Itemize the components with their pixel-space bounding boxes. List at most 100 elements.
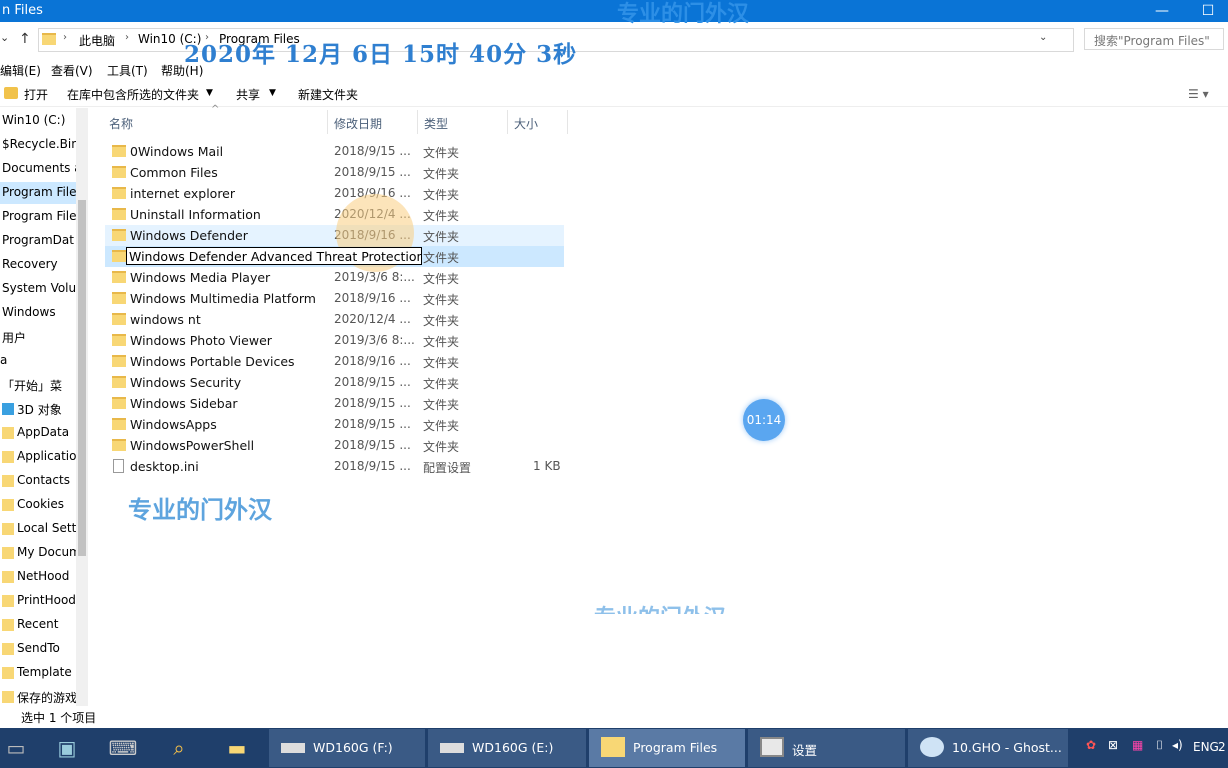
chevron-down-icon[interactable]: ▼	[206, 88, 213, 98]
file-name: 0Windows Mail	[130, 144, 224, 159]
sidebar-item[interactable]: Program File	[0, 182, 76, 204]
chevron-down-icon[interactable]: ▼	[269, 88, 276, 98]
file-row[interactable]: internet explorer 2018/9/16 ... 文件夹	[105, 183, 564, 204]
file-row[interactable]: Windows Security 2018/9/15 ... 文件夹	[105, 372, 564, 393]
network-icon[interactable]: ⊠	[1108, 738, 1118, 752]
file-row[interactable]: desktop.ini 2018/9/15 ... 配置设置 1 KB	[105, 456, 564, 477]
sidebar-item[interactable]: $Recycle.Bin	[0, 134, 76, 156]
share-button[interactable]: 共享	[236, 86, 260, 103]
folder-icon	[42, 33, 56, 45]
file-row[interactable]: Windows Sidebar 2018/9/15 ... 文件夹	[105, 393, 564, 414]
sidebar-item[interactable]: Recovery	[0, 254, 76, 276]
taskbar-button-e-drive[interactable]: WD160G (E:)	[428, 729, 586, 767]
file-row[interactable]: 0Windows Mail 2018/9/15 ... 文件夹	[105, 141, 564, 162]
new-folder-button[interactable]: 新建文件夹	[298, 86, 358, 103]
column-divider[interactable]	[327, 110, 328, 134]
breadcrumb-this-pc[interactable]: 此电脑	[79, 32, 115, 49]
watermark-main: 专业的门外汉	[128, 495, 272, 524]
search-input[interactable]: 搜索"Program Files"	[1084, 28, 1224, 50]
file-name: desktop.ini	[130, 459, 199, 474]
taskbar-button-program-files[interactable]: Program Files	[589, 729, 745, 767]
scrollbar-thumb[interactable]	[78, 200, 86, 556]
file-row[interactable]: WindowsApps 2018/9/15 ... 文件夹	[105, 414, 564, 435]
address-dropdown-icon[interactable]: ⌄	[1039, 32, 1047, 43]
maximize-button[interactable]: ☐	[1188, 0, 1228, 22]
volume-icon[interactable]: ◂)	[1172, 738, 1183, 752]
clock[interactable]: 2	[1218, 740, 1226, 754]
column-type[interactable]: 类型	[424, 115, 448, 141]
menu-edit[interactable]: 编辑(E)	[0, 62, 41, 79]
sidebar-item[interactable]: Documents a	[0, 158, 76, 180]
minimize-button[interactable]: —	[1142, 0, 1182, 22]
sidebar-item[interactable]: NetHood	[0, 566, 76, 588]
column-size[interactable]: 大小	[514, 115, 538, 141]
file-row[interactable]: Windows Portable Devices 2018/9/16 ... 文件夹	[105, 351, 564, 372]
menu-help[interactable]: 帮助(H)	[161, 62, 203, 79]
file-name: Windows Portable Devices	[130, 354, 295, 369]
taskbar-button-f-drive[interactable]: WD160G (F:)	[269, 729, 425, 767]
file-row[interactable]: Windows Photo Viewer 2019/3/6 8:... 文件夹	[105, 330, 564, 351]
sidebar-item[interactable]: Template	[0, 662, 76, 684]
sidebar-item[interactable]: 「开始」菜	[0, 374, 76, 396]
column-divider[interactable]	[417, 110, 418, 134]
file-name: WindowsPowerShell	[130, 438, 255, 453]
file-row[interactable]: Uninstall Information2020/12/4 ...文件夹	[105, 204, 564, 225]
rename-input[interactable]: Windows Defender Advanced Threat Protect…	[126, 247, 422, 265]
file-row[interactable]: WindowsPowerShell 2018/9/15 ... 文件夹	[105, 435, 564, 456]
sidebar-item[interactable]: 3D 对象	[0, 398, 76, 420]
include-library-button[interactable]: 在库中包含所选的文件夹	[67, 86, 199, 103]
sidebar-item[interactable]: SendTo	[0, 638, 76, 660]
chevron-down-icon[interactable]: ⌄	[0, 31, 9, 44]
file-row[interactable]: Common Files 2018/9/15 ... 文件夹	[105, 162, 564, 183]
sidebar-item[interactable]: Windows	[0, 302, 76, 324]
open-button[interactable]: 打开	[24, 86, 48, 103]
sidebar-item[interactable]: Contacts	[0, 470, 76, 492]
sidebar-item[interactable]: 用户	[0, 326, 76, 348]
sidebar-item[interactable]: System Volu	[0, 278, 76, 300]
folder-icon	[112, 166, 126, 178]
sidebar-scrollbar[interactable]	[76, 108, 88, 706]
column-name[interactable]: 名称	[109, 115, 133, 141]
usb-icon[interactable]: ⌷	[1156, 738, 1163, 753]
language-indicator[interactable]: ENG	[1193, 740, 1219, 754]
magnifier-icon[interactable]: ⌕	[163, 733, 195, 763]
up-arrow-icon[interactable]: ↑	[19, 31, 31, 47]
sidebar-item[interactable]: a	[0, 350, 76, 372]
ghost-icon	[920, 737, 944, 757]
sidebar-item[interactable]: ProgramDat	[0, 230, 76, 252]
taskbar-button-settings[interactable]: 设置	[748, 729, 905, 767]
sidebar-item[interactable]: My Docum	[0, 542, 76, 564]
sidebar-item[interactable]: Local Setti	[0, 518, 76, 540]
view-options-icon[interactable]: ☰ ▾	[1188, 87, 1209, 101]
menu-tools[interactable]: 工具(T)	[107, 62, 148, 79]
sidebar-item[interactable]: Program File	[0, 206, 76, 228]
sidebar-item[interactable]: Cookies	[0, 494, 76, 516]
taskbar-button-ghost[interactable]: 10.GHO - Ghost...	[908, 729, 1068, 767]
recording-timer[interactable]: 01:14	[743, 399, 785, 441]
sidebar-item[interactable]: Recent	[0, 614, 76, 636]
sidebar-item[interactable]: Win10 (C:)	[0, 110, 76, 132]
color-icon[interactable]: ▦	[1132, 738, 1143, 752]
file-date: 2018/9/15 ...	[334, 375, 411, 389]
file-row[interactable]: windows nt 2020/12/4 ... 文件夹	[105, 309, 564, 330]
sidebar-item[interactable]: AppData	[0, 422, 76, 444]
file-type: 配置设置	[423, 461, 472, 475]
file-row[interactable]: Windows Defender2018/9/16 ...文件夹	[105, 225, 564, 246]
file-row[interactable]: Windows Multimedia Platform 2018/9/16 ...…	[105, 288, 564, 309]
folder-icon[interactable]: ▬	[221, 733, 253, 763]
column-date[interactable]: 修改日期	[334, 115, 382, 141]
column-divider[interactable]	[567, 110, 568, 134]
menu-view[interactable]: 查看(V)	[51, 62, 93, 79]
sidebar-item[interactable]: PrintHood	[0, 590, 76, 612]
computer-icon[interactable]: ▣	[51, 733, 83, 763]
column-divider[interactable]	[507, 110, 508, 134]
sidebar-item[interactable]: 保存的游戏	[0, 686, 76, 706]
status-bar: 选中 1 个项目	[0, 706, 1228, 728]
taskbar-button-label: 设置	[792, 743, 818, 758]
keyboard-icon[interactable]: ⌨	[107, 733, 139, 763]
file-date: 2018/9/15 ...	[334, 396, 411, 410]
flower-icon[interactable]: ✿	[1086, 738, 1096, 752]
sidebar-item[interactable]: Applicatio	[0, 446, 76, 468]
drive-icon[interactable]: ▭	[0, 733, 32, 763]
file-row[interactable]: Windows Media Player 2019/3/6 8:... 文件夹	[105, 267, 564, 288]
